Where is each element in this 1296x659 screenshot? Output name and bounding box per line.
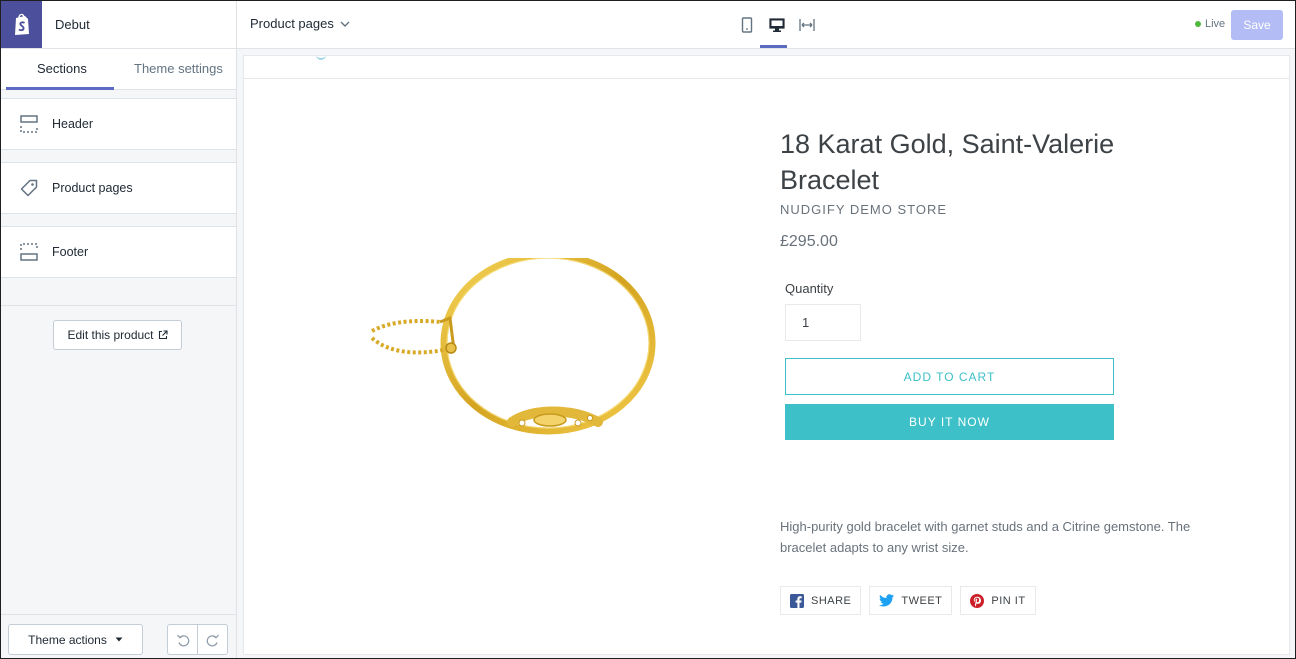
redo-icon[interactable] xyxy=(197,625,227,654)
caret-down-icon xyxy=(115,637,123,642)
facebook-icon xyxy=(790,593,804,608)
shopify-logo-icon[interactable] xyxy=(1,1,42,48)
facebook-share-button[interactable]: SHARE xyxy=(780,586,862,615)
share-label: TWEET xyxy=(901,594,943,607)
mobile-view-icon[interactable] xyxy=(737,13,757,37)
sidebar-item-label: Footer xyxy=(52,245,89,259)
sidebar-item-product-pages[interactable]: Product pages xyxy=(1,162,236,214)
divider xyxy=(1,305,236,306)
theme-actions-label: Theme actions xyxy=(28,632,107,647)
social-share-row: SHARE TWEET PIN IT xyxy=(780,586,1036,615)
product-image[interactable] xyxy=(362,258,662,448)
buy-it-now-button[interactable]: BUY IT NOW xyxy=(785,404,1114,440)
sidebar-item-label: Header xyxy=(52,117,93,131)
undo-redo-group xyxy=(167,624,228,655)
share-label: SHARE xyxy=(811,594,852,607)
external-link-icon xyxy=(158,330,168,340)
sidebar-item-footer[interactable]: Footer xyxy=(1,226,236,278)
theme-editor: Debut Product pages Live Save Sections T… xyxy=(0,0,1296,659)
quantity-label: Quantity xyxy=(785,281,834,296)
product-description: High-purity gold bracelet with garnet st… xyxy=(780,519,1191,555)
tab-theme-settings[interactable]: Theme settings xyxy=(134,61,223,76)
product-title: 18 Karat Gold, Saint-Valerie Bracelet xyxy=(780,129,1115,195)
product-vendor[interactable]: NUDGIFY DEMO STORE xyxy=(780,202,947,217)
page-selector-label: Product pages xyxy=(250,16,334,31)
live-dot-icon xyxy=(1195,21,1201,27)
store-preview: 18 Karat Gold, Saint-Valerie Bracelet NU… xyxy=(243,55,1290,655)
fullscreen-view-icon[interactable] xyxy=(797,13,817,37)
sidebar-footer: Theme actions xyxy=(1,614,236,658)
theme-name: Debut xyxy=(55,17,90,32)
tab-sections[interactable]: Sections xyxy=(37,61,87,76)
pinterest-icon xyxy=(970,593,985,608)
theme-actions-dropdown[interactable]: Theme actions xyxy=(8,624,143,655)
desktop-view-icon[interactable] xyxy=(767,13,787,37)
edit-product-label: Edit this product xyxy=(67,328,154,342)
sidebar-item-header[interactable]: Header xyxy=(1,98,236,150)
add-to-cart-button[interactable]: ADD TO CART xyxy=(785,358,1114,395)
twitter-icon xyxy=(879,594,895,607)
divider xyxy=(236,1,237,49)
page-selector-dropdown[interactable]: Product pages xyxy=(250,16,350,31)
twitter-share-button[interactable]: TWEET xyxy=(869,586,953,615)
share-label: PIN IT xyxy=(991,594,1026,607)
sidebar: Sections Theme settings Header Product p… xyxy=(1,49,237,658)
chevron-down-icon xyxy=(340,21,350,27)
header-section-icon xyxy=(19,114,39,134)
edit-product-button[interactable]: Edit this product xyxy=(53,320,182,350)
divider xyxy=(244,78,1289,79)
active-tab-indicator xyxy=(6,87,114,90)
active-device-indicator xyxy=(760,45,787,48)
sidebar-item-label: Product pages xyxy=(52,181,133,195)
device-switcher xyxy=(737,13,817,37)
pinterest-share-button[interactable]: PIN IT xyxy=(960,586,1036,615)
product-price: £295.00 xyxy=(780,233,838,250)
decorative-mark xyxy=(316,56,326,60)
live-status-label: Live xyxy=(1205,18,1226,30)
quantity-input[interactable] xyxy=(785,304,861,341)
sidebar-tabs: Sections Theme settings xyxy=(1,49,236,90)
tag-icon xyxy=(19,178,39,198)
undo-icon[interactable] xyxy=(168,625,197,654)
footer-section-icon xyxy=(19,242,39,262)
save-button[interactable]: Save xyxy=(1231,10,1283,40)
live-status: Live xyxy=(1195,18,1225,30)
top-bar: Debut Product pages Live Save xyxy=(1,1,1295,49)
